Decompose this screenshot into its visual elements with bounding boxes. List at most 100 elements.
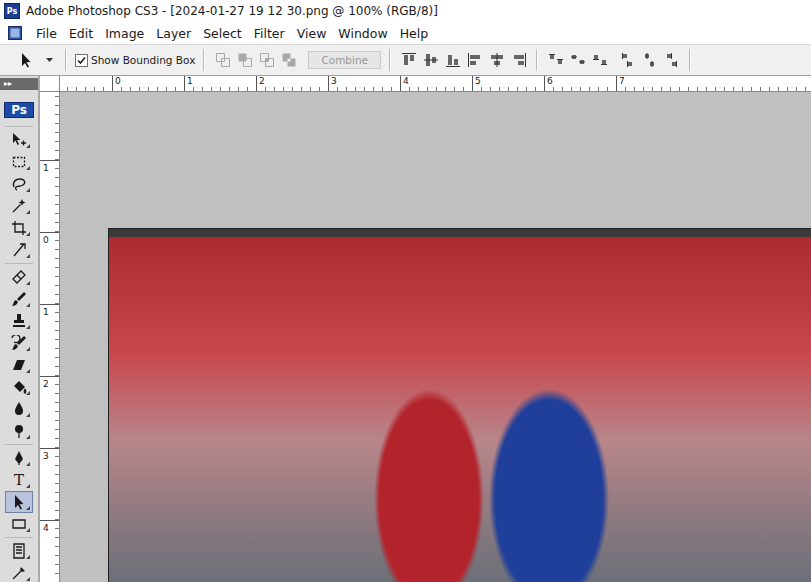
- tool-button[interactable]: [5, 332, 33, 354]
- document-icon[interactable]: [8, 26, 22, 40]
- tool-button[interactable]: [5, 562, 33, 582]
- menu-item[interactable]: Layer: [150, 24, 197, 43]
- tool-button[interactable]: [5, 151, 33, 173]
- tool-button[interactable]: [5, 398, 33, 420]
- dodge-icon: [11, 423, 27, 439]
- bucket-icon: [11, 379, 27, 395]
- dist-vcenter-icon: [570, 52, 586, 68]
- distribute-button[interactable]: [590, 50, 609, 70]
- distribute-group: [546, 50, 681, 70]
- path-mode-button[interactable]: [213, 50, 232, 70]
- flyout-corner-icon: [26, 555, 30, 559]
- tool-button[interactable]: [5, 447, 33, 469]
- align-top-icon: [401, 52, 417, 68]
- path-mode-button[interactable]: [257, 50, 276, 70]
- flyout-corner-icon: [26, 506, 30, 510]
- align-button[interactable]: [443, 50, 462, 70]
- ruler-label: 1: [184, 76, 256, 91]
- photoshop-logo[interactable]: Ps: [4, 102, 34, 118]
- tool-button[interactable]: [5, 173, 33, 195]
- tool-button[interactable]: [5, 491, 33, 513]
- menu-item[interactable]: File: [30, 24, 63, 43]
- menu-item[interactable]: View: [291, 24, 333, 43]
- align-button[interactable]: [509, 50, 528, 70]
- distribute-button[interactable]: [618, 50, 637, 70]
- document-image[interactable]: [108, 228, 811, 582]
- tool-button[interactable]: T: [5, 469, 33, 491]
- checkbox-box[interactable]: [75, 54, 88, 67]
- menu-item[interactable]: Select: [197, 24, 248, 43]
- workspace: ▸▸PsT01234567101234: [0, 76, 811, 582]
- menu-item[interactable]: Help: [394, 24, 435, 43]
- ruler-label: 0: [112, 76, 184, 91]
- ruler-origin[interactable]: [40, 76, 60, 92]
- path-select-icon: [18, 52, 34, 68]
- ruler-label: 1: [40, 160, 59, 232]
- dist-bottom-icon: [592, 52, 608, 68]
- mode-intersect-icon: [259, 52, 275, 68]
- combine-button[interactable]: Combine: [308, 51, 381, 69]
- tool-button[interactable]: [5, 513, 33, 535]
- path-mode-group: [213, 50, 298, 70]
- tool-group: [5, 126, 33, 263]
- tool-button[interactable]: [5, 288, 33, 310]
- tool-button[interactable]: [5, 266, 33, 288]
- flyout-corner-icon: [26, 413, 30, 417]
- mode-exclude-icon: [281, 52, 297, 68]
- vertical-ruler[interactable]: 101234: [40, 92, 60, 582]
- tool-button[interactable]: [5, 540, 33, 562]
- toolbox-collapse-button[interactable]: ▸▸: [0, 78, 38, 90]
- separator: [203, 49, 205, 71]
- menu-item[interactable]: Image: [99, 24, 150, 43]
- distribute-button[interactable]: [546, 50, 565, 70]
- flyout-corner-icon: [26, 325, 30, 329]
- menu-item[interactable]: Window: [332, 24, 393, 43]
- flyout-corner-icon: [26, 166, 30, 170]
- flyout-corner-icon: [26, 462, 30, 466]
- toolbox: ▸▸ Ps T: [0, 76, 40, 582]
- ruler-label: 3: [328, 76, 400, 91]
- distribute-button[interactable]: [568, 50, 587, 70]
- dist-left-icon: [620, 52, 636, 68]
- distribute-button[interactable]: [662, 50, 681, 70]
- menu-item[interactable]: Filter: [248, 24, 291, 43]
- pen-icon: [11, 450, 27, 466]
- tool-button[interactable]: [5, 239, 33, 261]
- horizontal-ruler[interactable]: 01234567: [60, 76, 811, 92]
- dist-hcenter-icon: [642, 52, 658, 68]
- tool-button[interactable]: [5, 310, 33, 332]
- align-right-icon: [511, 52, 527, 68]
- tool-button[interactable]: [5, 354, 33, 376]
- tool-button[interactable]: [5, 420, 33, 442]
- ruler-label: 2: [256, 76, 328, 91]
- flyout-corner-icon: [26, 281, 30, 285]
- align-button[interactable]: [421, 50, 440, 70]
- history-icon: [11, 335, 27, 351]
- align-button[interactable]: [465, 50, 484, 70]
- show-bounding-box-checkbox[interactable]: Show Bounding Box: [75, 54, 195, 67]
- distribute-button[interactable]: [640, 50, 659, 70]
- path-mode-button[interactable]: [235, 50, 254, 70]
- menu-item[interactable]: Edit: [63, 24, 99, 43]
- dropdown-arrow-icon: [46, 58, 53, 63]
- align-button[interactable]: [487, 50, 506, 70]
- align-button[interactable]: [399, 50, 418, 70]
- ruler-label: 6: [544, 76, 616, 91]
- tool-preset-picker[interactable]: [14, 52, 57, 68]
- ruler-label: 0: [40, 232, 59, 304]
- ruler-label: 4: [40, 520, 59, 582]
- separator: [689, 49, 691, 71]
- tool-button[interactable]: [5, 195, 33, 217]
- slice-icon: [11, 242, 27, 258]
- flyout-corner-icon: [26, 369, 30, 373]
- title-bar: PsAdobe Photoshop CS3 - [2024-01-27 19 1…: [0, 0, 811, 22]
- tool-button[interactable]: [5, 376, 33, 398]
- flyout-corner-icon: [26, 210, 30, 214]
- tool-button[interactable]: [5, 129, 33, 151]
- flyout-corner-icon: [26, 232, 30, 236]
- mode-subtract-icon: [237, 52, 253, 68]
- tool-group: [5, 263, 33, 444]
- tool-button[interactable]: [5, 217, 33, 239]
- path-mode-button[interactable]: [279, 50, 298, 70]
- align-bottom-icon: [445, 52, 461, 68]
